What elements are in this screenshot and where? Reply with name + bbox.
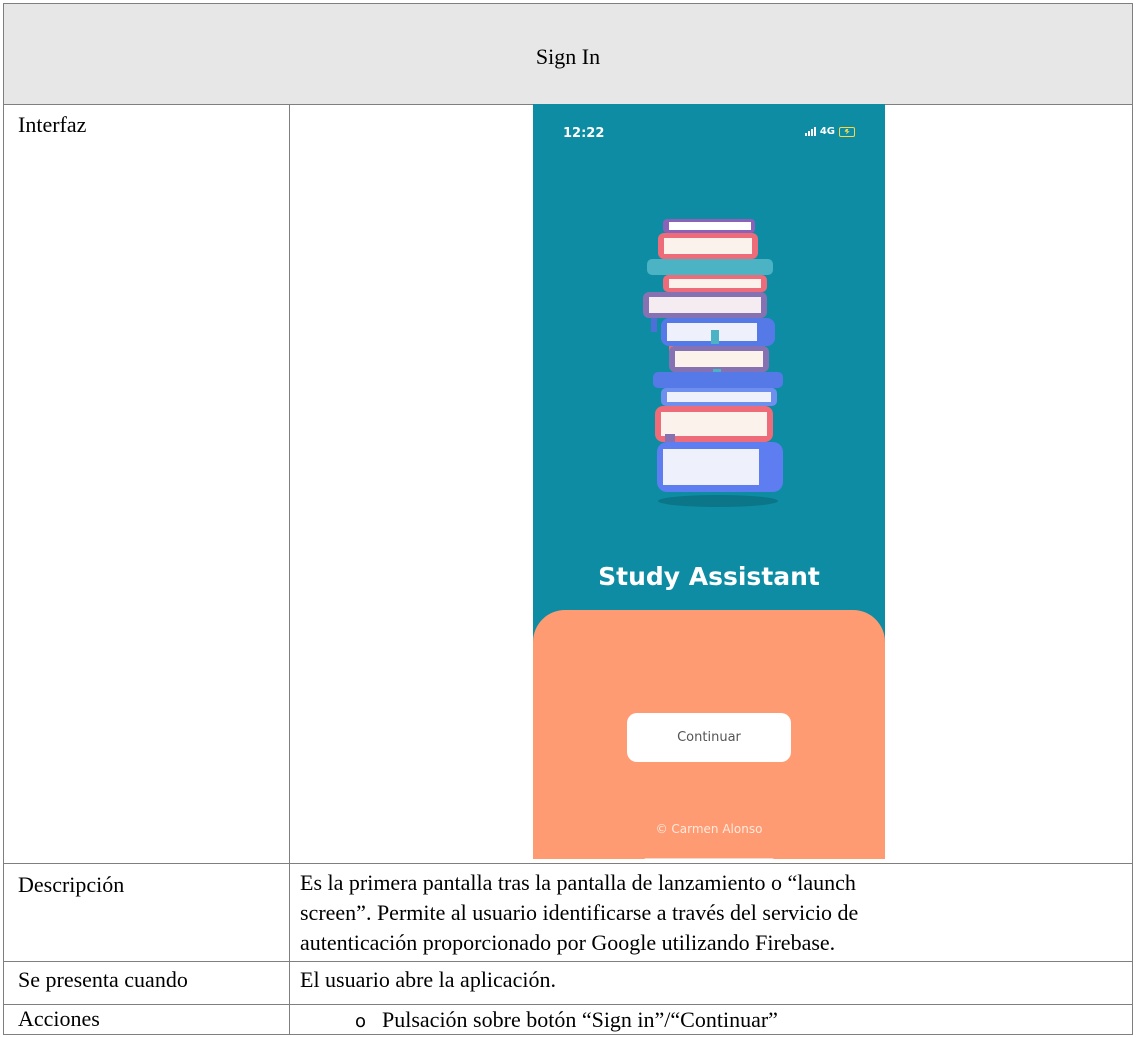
- row-label-descripcion: Descripción: [18, 872, 125, 897]
- description-line-1: Es la primera pantalla tras la pantalla …: [300, 870, 856, 895]
- row-label-acciones: Acciones: [18, 1006, 100, 1031]
- books-stack-illustration: [643, 219, 783, 507]
- description-line-2: screen”. Permite al usuario identificars…: [300, 900, 859, 925]
- continue-button[interactable]: Continuar: [627, 713, 791, 762]
- app-title: Study Assistant: [598, 562, 820, 591]
- acciones-text: Pulsación sobre botón “Sign in”/“Continu…: [382, 1007, 778, 1032]
- status-time: 12:22: [563, 126, 605, 141]
- row-label-interfaz: Interfaz: [18, 112, 87, 137]
- row-descripcion: Descripción Es la primera pantalla tras …: [4, 864, 1132, 962]
- phone-screenshot: 12:22 4G Study Assistant Continuar © Car…: [533, 104, 885, 859]
- row-cuando: Se presenta cuando El usuario abre la ap…: [4, 962, 1132, 1005]
- screen-title: Sign In: [535, 44, 601, 69]
- signal-icon: [804, 127, 816, 136]
- copyright-text: © Carmen Alonso: [655, 822, 763, 836]
- description-line-3: autenticación proporcionado por Google u…: [300, 930, 836, 955]
- row-label-cuando: Se presenta cuando: [18, 967, 188, 992]
- book-stack-icon: [643, 219, 783, 507]
- bullet-icon: o: [355, 1011, 367, 1032]
- table-header: Sign In: [4, 4, 1132, 105]
- network-label: 4G: [819, 126, 835, 137]
- battery-icon: [839, 126, 855, 137]
- home-indicator: [644, 858, 774, 859]
- column-divider: [289, 104, 290, 1034]
- status-bar-right: 4G: [804, 126, 855, 137]
- row-acciones: Acciones Pulsación sobre botón “Sign in”…: [4, 1005, 1132, 1036]
- cuando-text: El usuario abre la aplicación.: [300, 967, 556, 992]
- bottom-panel: Continuar © Carmen Alonso: [533, 610, 885, 859]
